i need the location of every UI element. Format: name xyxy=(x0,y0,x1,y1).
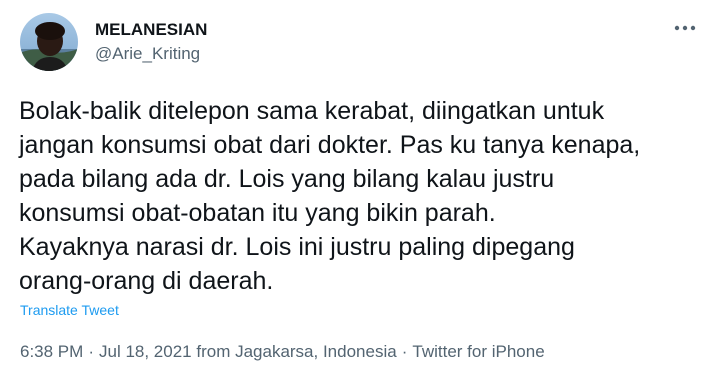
tweet-line: pada bilang ada dr. Lois yang bilang kal… xyxy=(19,165,555,193)
tweet-location: from Jagakarsa, Indonesia xyxy=(196,342,397,361)
tweet-line: konsumsi obat-obatan itu yang bikin para… xyxy=(19,199,496,227)
author-block: MELANESIAN @Arie_Kriting xyxy=(95,20,207,64)
meta-separator: · xyxy=(88,342,94,361)
author-display-name[interactable]: MELANESIAN xyxy=(95,20,207,40)
author-handle[interactable]: @Arie_Kriting xyxy=(95,44,207,64)
tweet-date[interactable]: Jul 18, 2021 xyxy=(99,342,192,361)
meta-separator: · xyxy=(401,342,408,361)
more-horizontal-icon xyxy=(674,25,696,31)
tweet-source[interactable]: Twitter for iPhone xyxy=(412,342,544,361)
tweet-text: Bolak-balik ditelepon sama kerabat, diin… xyxy=(19,94,709,298)
tweet-line: Kayaknya narasi dr. Lois ini justru pali… xyxy=(19,233,575,261)
tweet-line: orang-orang di daerah. xyxy=(19,267,274,295)
author-avatar[interactable] xyxy=(20,13,78,71)
tweet-line: Bolak-balik ditelepon sama kerabat, diin… xyxy=(19,97,605,125)
tweet-time[interactable]: 6:38 PM xyxy=(20,342,83,361)
avatar-image xyxy=(20,13,78,71)
tweet-card: MELANESIAN @Arie_Kriting Bolak-balik dit… xyxy=(0,0,720,378)
translate-tweet-link[interactable]: Translate Tweet xyxy=(20,302,119,318)
more-options-button[interactable] xyxy=(672,18,698,38)
tweet-metadata: 6:38 PM · Jul 18, 2021 from Jagakarsa, Ind… xyxy=(20,342,545,362)
tweet-line: jangan konsumsi obat dari dokter. Pas ku… xyxy=(19,131,641,159)
